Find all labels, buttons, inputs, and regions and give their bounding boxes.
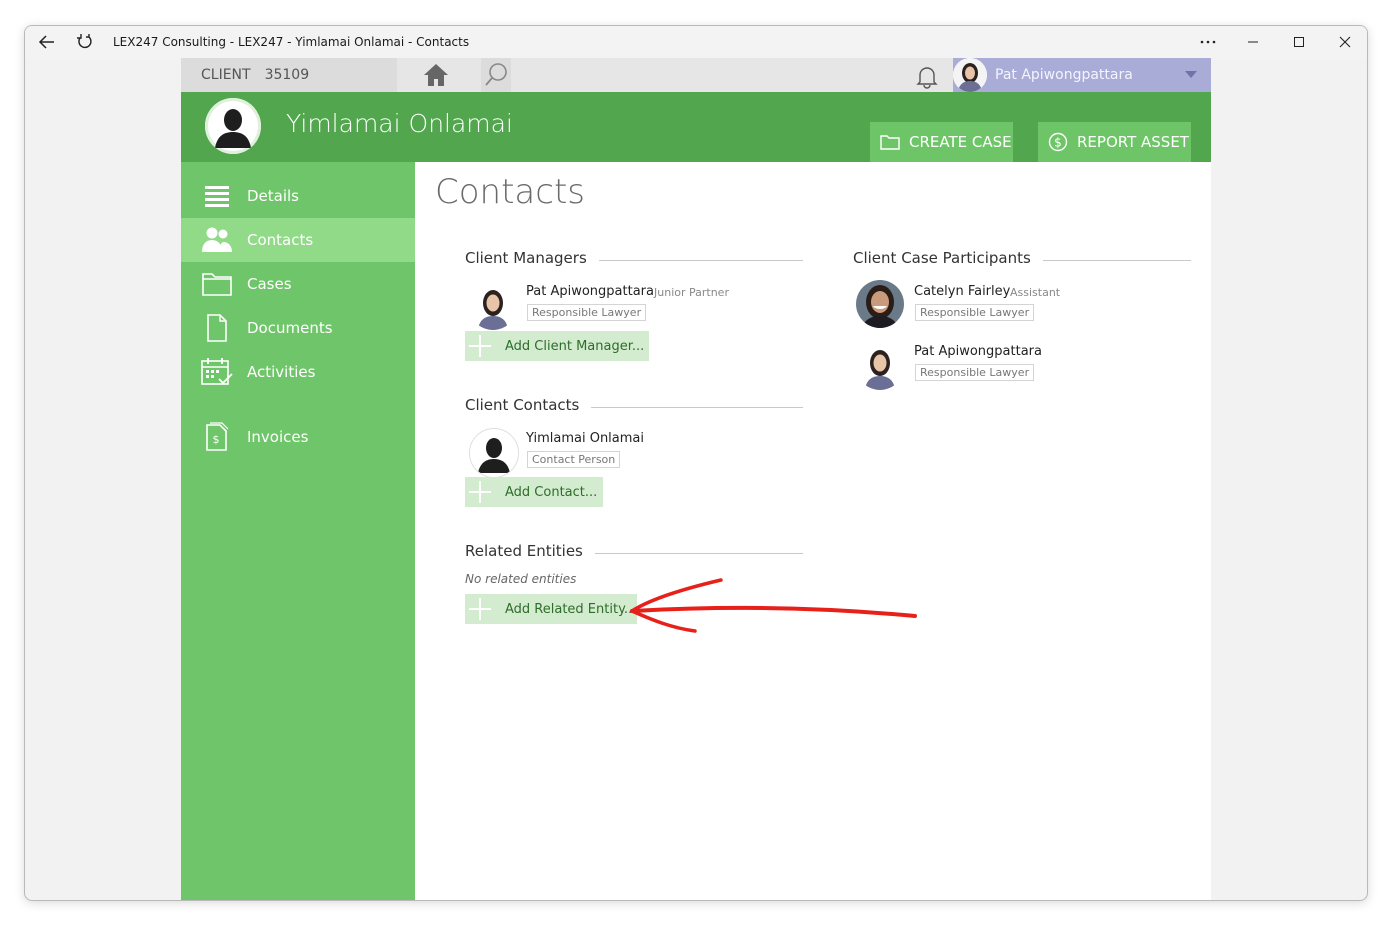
sidebar-item-label: Details: [247, 187, 300, 205]
sidebar-item-cases[interactable]: Cases: [181, 262, 415, 306]
maximize-icon: [1294, 37, 1304, 47]
dollar-coin-icon: $: [1048, 132, 1068, 152]
responsible-lawyer-tag: Responsible Lawyer: [915, 304, 1035, 321]
sidebar-item-activities[interactable]: Activities: [181, 350, 415, 394]
person-silhouette-icon: [470, 429, 518, 477]
minimize-button[interactable]: [1233, 26, 1273, 58]
search-button[interactable]: [481, 58, 511, 92]
add-contact-button[interactable]: Add Contact...: [465, 477, 603, 507]
report-asset-label: REPORT ASSET: [1077, 133, 1189, 151]
list-icon: [201, 180, 233, 212]
window-title: LEX247 Consulting - LEX247 - Yimlamai On…: [113, 35, 470, 49]
close-button[interactable]: [1325, 26, 1365, 58]
add-related-entity-label: Add Related Entity...: [505, 601, 637, 617]
client-id-box: CLIENT 35109: [181, 58, 397, 92]
user-avatar: [953, 58, 987, 92]
add-client-manager-label: Add Client Manager...: [505, 338, 645, 354]
responsible-lawyer-tag: Responsible Lawyer: [915, 364, 1035, 381]
client-managers-title: Client Managers: [465, 249, 599, 267]
page-title: Contacts: [435, 172, 585, 212]
folder-icon: [880, 135, 900, 150]
contact-person-tag: Contact Person: [527, 451, 621, 468]
report-asset-button[interactable]: $ REPORT ASSET: [1038, 122, 1191, 162]
app-content: CLIENT 35109 Pat Apiwongpattara Yimlamai…: [181, 58, 1211, 900]
client-id: 35109: [264, 67, 310, 83]
sidebar-item-label: Cases: [247, 275, 292, 293]
user-name: Pat Apiwongpattara: [995, 67, 1133, 83]
more-dots-icon: [1200, 40, 1216, 44]
people-icon: [201, 224, 233, 256]
folder-icon: [201, 268, 233, 300]
app-window: LEX247 Consulting - LEX247 - Yimlamai On…: [24, 25, 1368, 901]
document-icon: [201, 312, 233, 344]
client-header: Yimlamai Onlamai CREATE CASE $ REPORT AS…: [181, 92, 1211, 162]
participant-name[interactable]: Pat Apiwongpattara: [914, 344, 1042, 359]
case-participants-title: Client Case Participants: [853, 249, 1043, 267]
participant-role: Assistant: [1010, 286, 1061, 299]
top-bar: CLIENT 35109 Pat Apiwongpattara: [181, 58, 1211, 92]
sidebar-item-label: Documents: [247, 319, 333, 337]
minimize-icon: [1248, 41, 1258, 43]
notifications-button[interactable]: [913, 62, 941, 90]
sidebar-item-contacts[interactable]: Contacts: [181, 218, 415, 262]
refresh-icon: [77, 34, 92, 49]
plus-icon: [465, 477, 495, 507]
create-case-label: CREATE CASE: [909, 133, 1012, 151]
sidebar-item-details[interactable]: Details: [181, 174, 415, 218]
related-entities-title: Related Entities: [465, 542, 595, 560]
calendar-icon: [201, 356, 233, 388]
sidebar: Details Contacts Cases Documents Activit…: [181, 162, 415, 900]
chevron-down-icon: [1185, 71, 1197, 78]
person-silhouette-icon: [205, 98, 261, 154]
woman-avatar-icon: [856, 342, 904, 390]
annotation-arrow-icon: [630, 578, 917, 633]
more-options-button[interactable]: [1191, 26, 1225, 58]
woman-photo-avatar-icon: [856, 280, 904, 328]
user-menu[interactable]: Pat Apiwongpattara: [953, 58, 1211, 92]
main-content: Contacts Client Managers Pat Apiwongpatt…: [415, 162, 1211, 900]
bell-icon: [916, 67, 938, 89]
participant-avatar: [856, 342, 904, 390]
plus-icon: [465, 594, 495, 624]
contact-name[interactable]: Yimlamai Onlamai: [526, 431, 644, 446]
title-bar: LEX247 Consulting - LEX247 - Yimlamai On…: [25, 26, 1367, 58]
client-avatar: [205, 98, 261, 154]
add-contact-label: Add Contact...: [505, 484, 598, 500]
client-name: Yimlamai Onlamai: [286, 109, 513, 138]
no-related-entities-text: No related entities: [465, 572, 577, 586]
svg-text:$: $: [1054, 136, 1062, 150]
search-icon: [485, 63, 507, 86]
sidebar-item-label: Activities: [247, 363, 316, 381]
woman-avatar-icon: [953, 58, 987, 92]
sidebar-item-invoices[interactable]: $ Invoices: [181, 415, 415, 459]
contact-avatar: [469, 428, 519, 478]
woman-avatar-icon: [469, 282, 517, 330]
sidebar-item-label: Contacts: [247, 231, 314, 249]
manager-role: Junior Partner: [654, 286, 729, 299]
invoice-icon: $: [201, 421, 233, 453]
plus-icon: [465, 331, 495, 361]
add-related-entity-button[interactable]: Add Related Entity...: [465, 594, 637, 624]
maximize-button[interactable]: [1279, 26, 1319, 58]
close-icon: [1339, 36, 1351, 48]
sidebar-item-documents[interactable]: Documents: [181, 306, 415, 350]
responsible-lawyer-tag: Responsible Lawyer: [527, 304, 647, 321]
add-client-manager-button[interactable]: Add Client Manager...: [465, 331, 649, 361]
client-label: CLIENT: [201, 67, 251, 83]
participant-avatar: [856, 280, 904, 328]
participant-name[interactable]: Catelyn Fairley: [914, 284, 1010, 299]
sidebar-item-label: Invoices: [247, 428, 309, 446]
svg-text:$: $: [213, 433, 220, 446]
home-button[interactable]: [421, 61, 451, 89]
manager-name[interactable]: Pat Apiwongpattara: [526, 284, 654, 299]
refresh-button[interactable]: [67, 26, 103, 58]
back-arrow-icon: [38, 35, 54, 49]
client-contacts-title: Client Contacts: [465, 396, 592, 414]
manager-avatar: [469, 282, 517, 330]
home-icon: [424, 64, 448, 86]
create-case-button[interactable]: CREATE CASE: [870, 122, 1013, 162]
back-button[interactable]: [29, 26, 65, 58]
